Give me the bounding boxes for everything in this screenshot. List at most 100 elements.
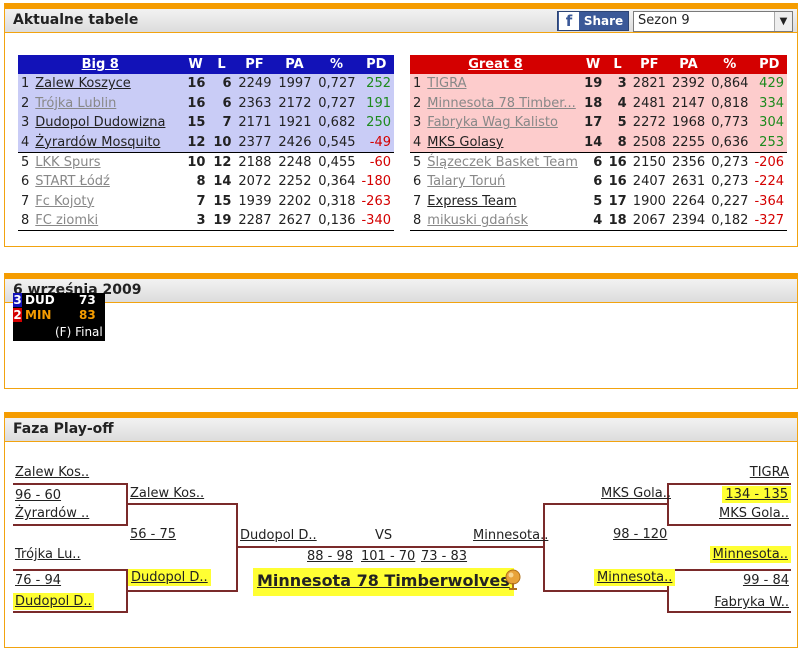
season-value: Sezon 9	[638, 13, 690, 28]
bracket-line	[126, 590, 237, 592]
wins-cell: 12	[182, 132, 209, 153]
table-row: 5 LKK Spurs 10 12 2188 2248 0,455 -60	[18, 152, 394, 172]
bracket-team[interactable]: Zalew Kos..	[15, 465, 89, 480]
final-game-3[interactable]: 73 - 83	[421, 549, 467, 564]
home-row: 3 DUD 73	[13, 293, 105, 308]
losses-cell: 6	[208, 74, 235, 94]
team-link[interactable]: Żyrardów Mosquito	[35, 135, 160, 150]
pd-cell: 250	[358, 113, 394, 133]
col-pct: %	[708, 55, 752, 74]
team-link[interactable]: TIGRA	[427, 76, 466, 91]
team-link[interactable]: Trójka Lublin	[35, 96, 116, 111]
bracket-score[interactable]: 96 - 60	[15, 488, 61, 503]
team-cell[interactable]: Express Team	[424, 192, 581, 212]
big8-table: Big 8 W L PF PA % PD 1 Zalew Koszyce 16 6 22…	[18, 55, 394, 232]
team-cell[interactable]: LKK Spurs	[32, 152, 182, 172]
pa-cell: 1921	[274, 113, 315, 133]
bracket-team[interactable]: Minnesota..	[594, 569, 676, 586]
team-link[interactable]: FC ziomki	[35, 213, 98, 228]
team-link[interactable]: Minnesota 78 Timber...	[427, 96, 576, 111]
bracket-team[interactable]: Dudopol D..	[13, 593, 94, 610]
team-link[interactable]: mikuski gdańsk	[427, 213, 528, 228]
bracket-score[interactable]: 99 - 84	[743, 573, 789, 588]
losses-cell: 16	[608, 174, 627, 190]
bracket-team[interactable]: Minnesota..	[709, 546, 791, 563]
team-cell[interactable]: MKS Golasy	[424, 132, 581, 153]
season-select[interactable]: Sezon 9 ▼	[633, 11, 793, 32]
team-cell[interactable]: TIGRA	[424, 74, 581, 94]
pct-cell: 0,182	[708, 211, 752, 232]
pa-cell: 2627	[274, 211, 315, 232]
standings-header: Aktualne tabele f Share Sezon 9 ▼	[5, 9, 797, 33]
rank-cell: 7	[21, 193, 30, 209]
team-link[interactable]: Dudopol Dudowizna	[35, 115, 165, 130]
bracket-team[interactable]: Minnesota..	[473, 528, 548, 543]
bracket-line	[543, 590, 668, 592]
team-cell[interactable]: Dudopol Dudowizna	[32, 113, 183, 133]
team-link[interactable]: LKK Spurs	[35, 155, 100, 170]
bracket-team[interactable]: Fabryka W..	[714, 595, 789, 610]
pct-cell: 0,227	[711, 193, 749, 209]
big8-link[interactable]: Big 8	[82, 57, 119, 72]
wins-cell: 17	[580, 113, 606, 133]
team-link[interactable]: Express Team	[427, 194, 516, 209]
col-l: L	[208, 55, 235, 74]
team-cell[interactable]: mikuski gdańsk	[424, 211, 581, 232]
team-cell[interactable]: Fabryka Wag Kalisto	[424, 113, 581, 133]
team-cell[interactable]: START Łódź	[32, 172, 182, 192]
losses-cell: 16	[608, 154, 627, 170]
pd-cell: -263	[361, 193, 391, 209]
team-link[interactable]: MKS Golasy	[427, 135, 503, 150]
team-cell[interactable]: Żyrardów Mosquito	[32, 132, 183, 153]
bracket-team[interactable]: MKS Gola..	[601, 486, 671, 501]
bracket-score[interactable]: 98 - 120	[613, 527, 667, 542]
away-seed: 2	[13, 308, 22, 322]
team-link[interactable]: Fc Kojoty	[35, 194, 94, 209]
bracket-line	[667, 483, 791, 485]
team-cell[interactable]: Zalew Koszyce	[32, 74, 183, 94]
team-cell[interactable]: Trójka Lublin	[32, 93, 183, 114]
team-cell[interactable]: Talary Toruń	[424, 172, 581, 192]
team-link[interactable]: Fabryka Wag Kalisto	[427, 115, 558, 130]
team-link[interactable]: START Łódź	[35, 174, 110, 189]
pd-cell: -327	[751, 211, 787, 232]
bracket-team[interactable]: MKS Gola..	[719, 506, 789, 521]
scoreboard[interactable]: 3 DUD 73 2 MIN 83 (F) Final	[13, 293, 105, 341]
facebook-share-button[interactable]: f Share	[557, 11, 629, 31]
bracket-score[interactable]: 56 - 75	[130, 527, 176, 542]
team-link[interactable]: Talary Toruń	[427, 174, 505, 189]
team-link[interactable]: Zalew Koszyce	[35, 76, 131, 91]
final-game-2[interactable]: 101 - 70	[361, 549, 415, 564]
wins-cell: 6	[593, 174, 603, 190]
team-cell[interactable]: Fc Kojoty	[32, 192, 182, 212]
pf-cell: 2272	[629, 113, 669, 133]
bracket-team[interactable]: Dudopol D..	[128, 569, 211, 586]
bracket-team[interactable]: Trójka Lu..	[15, 547, 81, 562]
champion-banner[interactable]: Minnesota 78 Timberwolves	[253, 568, 514, 596]
col-pd: PD	[358, 55, 394, 74]
table-row: 2 Minnesota 78 Timber... 18 4 2481 2147 0,818 3…	[410, 93, 787, 114]
team-cell[interactable]: Ślązeczek Basket Team	[424, 152, 581, 172]
great8-link[interactable]: Great 8	[468, 57, 522, 72]
bracket-team[interactable]: Dudopol D..	[240, 528, 317, 543]
bracket-team[interactable]: Żyrardów ..	[15, 506, 89, 521]
final-game-1[interactable]: 88 - 98	[307, 549, 353, 564]
share-label: Share	[583, 14, 624, 28]
pd-cell: 429	[751, 74, 787, 94]
wins-cell: 7	[196, 193, 206, 209]
bracket-score[interactable]: 134 - 135	[722, 486, 791, 503]
pa-cell: 2202	[278, 193, 312, 209]
col-pf: PF	[234, 55, 275, 74]
team-link[interactable]: Ślązeczek Basket Team	[427, 155, 578, 170]
bracket-score[interactable]: 76 - 94	[15, 573, 61, 588]
bracket-team[interactable]: Zalew Kos..	[130, 486, 204, 501]
team-cell[interactable]: FC ziomki	[32, 211, 183, 232]
col-pct: %	[314, 55, 359, 74]
chevron-down-icon[interactable]: ▼	[774, 12, 792, 31]
team-cell[interactable]: Minnesota 78 Timber...	[424, 93, 581, 114]
pd-cell: 252	[358, 74, 394, 94]
bracket-team[interactable]: TIGRA	[750, 465, 789, 480]
champion-link[interactable]: Minnesota 78 Timberwolves	[257, 571, 510, 590]
wins-cell: 16	[182, 93, 209, 114]
game-status: (F) Final	[55, 325, 103, 339]
